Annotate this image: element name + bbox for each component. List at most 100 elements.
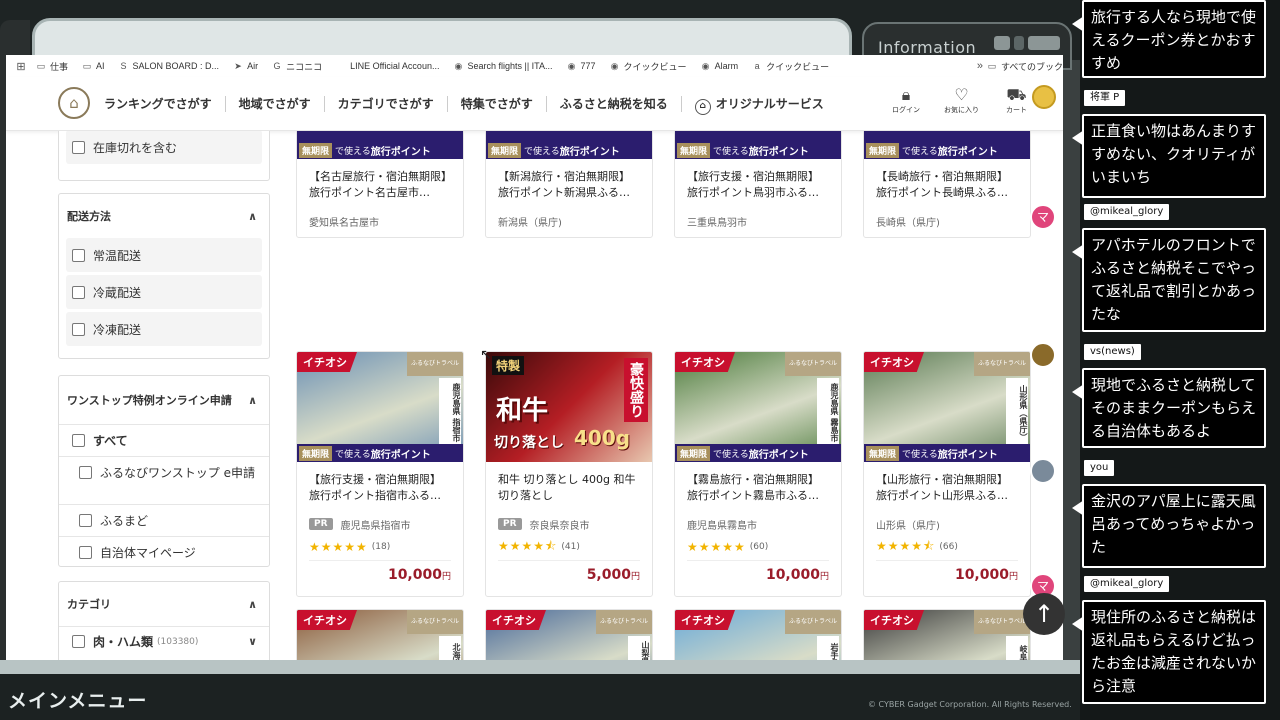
product-image[interactable]: イチオシ ふるなびトラベル岐阜県 高山市: [864, 610, 1030, 660]
delivery-filter-box: 配送方法 ∧ 常温配送 冷蔵配送 冷凍配送: [58, 193, 270, 359]
product-title[interactable]: 【霧島旅行・宿泊無期限】旅行ポイント霧島市ふる…: [675, 462, 841, 508]
product-card[interactable]: 無期限 で使える 旅行ポイント 【長崎旅行・宿泊無期限】旅行ポイント長崎県ふる… 長崎県…: [863, 131, 1031, 238]
product-image[interactable]: 無期限 で使える 旅行ポイント: [297, 131, 463, 159]
globe-icon: ◉: [454, 61, 463, 71]
category-option[interactable]: 肉・ハム類 (103380) ∨: [59, 626, 269, 656]
bookmark-item[interactable]: G ニコニコ: [272, 60, 323, 73]
checkbox[interactable]: [79, 514, 92, 527]
chevron-up-icon[interactable]: ∧: [248, 598, 257, 611]
checkbox[interactable]: [72, 285, 85, 299]
nav-original-service[interactable]: ⌂ オリジナルサービス: [680, 96, 837, 115]
product-image[interactable]: イチオシ ふるなびトラベル北海道（道庁）: [297, 610, 463, 660]
onestop-header[interactable]: ワンストップ特例オンライン申請 ∧: [59, 376, 269, 424]
delivery-option[interactable]: 冷蔵配送: [66, 275, 262, 309]
site-logo[interactable]: ⌂: [58, 87, 90, 119]
checkbox[interactable]: [72, 322, 85, 336]
location-text: 鹿児島県指宿市: [340, 520, 411, 532]
nav-region[interactable]: 地域でさがす: [224, 96, 324, 112]
product-card[interactable]: 特製 和牛 切り落とし 400g 豪快盛り 和牛 切り落とし 400g 和牛切り落とし PR…: [485, 351, 653, 597]
product-image[interactable]: イチオシ ふるなびトラベル岩手県（県庁）: [675, 610, 841, 660]
nav-feature[interactable]: 特集でさがす: [446, 96, 546, 112]
chat-text: 金沢のアパ屋上に露天風呂あってめっちゃよかった: [1091, 492, 1256, 556]
checkbox[interactable]: [79, 466, 92, 479]
product-image[interactable]: 特製 和牛 切り落とし 400g 豪快盛り: [486, 352, 652, 462]
product-card[interactable]: イチオシ ふるなびトラベル岐阜県 高山市: [863, 609, 1031, 660]
bookmark-item[interactable]: ◉ 777: [567, 61, 596, 71]
stock-checkbox-row[interactable]: 在庫切れを含む: [66, 131, 262, 164]
onestop-option[interactable]: 自治体マイページ: [59, 536, 269, 568]
login-button[interactable]: 🔒︎ ログイン: [892, 85, 920, 115]
bookmark-item[interactable]: ➤ Air: [233, 61, 258, 71]
travel-badge: ふるなびトラベル: [407, 352, 463, 376]
apps-grid-icon[interactable]: ⊞: [6, 60, 36, 73]
bookmark-item[interactable]: ◉ Alarm: [701, 61, 738, 71]
product-title[interactable]: 【新潟旅行・宿泊無期限】旅行ポイント新潟県ふる…: [486, 159, 652, 205]
checkbox[interactable]: [72, 248, 85, 262]
bookmarks-all[interactable]: ▭ すべてのブック: [987, 60, 1063, 73]
onestop-option[interactable]: ふるまど: [59, 504, 269, 536]
bookmark-item[interactable]: LINE Official Accoun...: [336, 61, 439, 71]
bookmark-label: クイックビュー: [623, 61, 687, 72]
product-image[interactable]: イチオシ ふるなびトラベル 鹿児島県 指宿市 無期限 で使える 旅行ポイント: [297, 352, 463, 462]
nav-about[interactable]: ふるさと納税を知る: [545, 96, 681, 112]
product-card[interactable]: 無期限 で使える 旅行ポイント 【旅行支援・宿泊無期限】旅行ポイント鳥羽市ふる… 三重県…: [674, 131, 842, 238]
product-card[interactable]: イチオシ ふるなびトラベル 鹿児島県 指宿市 無期限 で使える 旅行ポイント 【旅行支援・宿…: [296, 351, 464, 597]
bookmark-item[interactable]: S SALON BOARD : D...: [119, 61, 220, 71]
bookmark-item[interactable]: a クイックビュー: [752, 60, 830, 73]
product-image[interactable]: イチオシ ふるなびトラベル 鹿児島県 霧島市 無期限 で使える 旅行ポイント: [675, 352, 841, 462]
bookmark-item[interactable]: ◉ Search flights || ITA...: [453, 61, 553, 71]
bookmark-item[interactable]: ◉ クイックビュー: [610, 60, 687, 73]
product-title[interactable]: 【旅行支援・宿泊無期限】旅行ポイント指宿市ふる…: [297, 462, 463, 508]
product-card[interactable]: 無期限 で使える 旅行ポイント 【名古屋旅行・宿泊無期限】旅行ポイント名古屋市… 愛知県…: [296, 131, 464, 238]
favorites-button[interactable]: ♡ お気に入り: [944, 85, 979, 115]
onestop-option[interactable]: すべて: [59, 424, 269, 456]
product-title[interactable]: 【名古屋旅行・宿泊無期限】旅行ポイント名古屋市…: [297, 159, 463, 205]
product-title[interactable]: 和牛 切り落とし 400g 和牛切り落とし: [486, 462, 652, 508]
product-image[interactable]: 無期限 で使える 旅行ポイント: [864, 131, 1030, 159]
product-image[interactable]: イチオシ ふるなびトラベル山梨県 山中湖村: [486, 610, 652, 660]
product-card[interactable]: イチオシ ふるなびトラベル北海道（道庁）: [296, 609, 464, 660]
star-icons: ★★★★⯪: [876, 234, 935, 238]
category-filter-box: カテゴリ ∧ 肉・ハム類 (103380) ∨: [58, 581, 270, 660]
delivery-option[interactable]: 冷凍配送: [66, 312, 262, 346]
category-header[interactable]: カテゴリ ∧: [59, 582, 269, 626]
mugen-label: 無期限: [488, 142, 522, 158]
checkbox[interactable]: [72, 434, 85, 447]
product-card[interactable]: イチオシ ふるなびトラベル 山形県（県庁） 無期限 で使える 旅行ポイント 【山形旅行・宿泊…: [863, 351, 1031, 597]
checkbox[interactable]: [79, 546, 92, 559]
bookmark-item[interactable]: ▭ AI: [82, 61, 105, 71]
mugen-label: 無期限: [299, 142, 333, 158]
product-title[interactable]: 【山形旅行・宿泊無期限】旅行ポイント山形県ふる…: [864, 462, 1030, 508]
checkbox[interactable]: [72, 635, 85, 648]
product-image[interactable]: イチオシ ふるなびトラベル 山形県（県庁） 無期限 で使える 旅行ポイント: [864, 352, 1030, 462]
nav-ranking[interactable]: ランキングでさがす: [104, 96, 225, 112]
speech-tail: [1072, 130, 1084, 146]
product-card[interactable]: イチオシ ふるなびトラベル岩手県（県庁）: [674, 609, 842, 660]
product-card[interactable]: イチオシ ふるなびトラベル 鹿児島県 霧島市 無期限 で使える 旅行ポイント 【霧島旅行・宿…: [674, 351, 842, 597]
product-card[interactable]: 無期限 で使える 旅行ポイント 【新潟旅行・宿泊無期限】旅行ポイント新潟県ふる… 新潟県…: [485, 131, 653, 238]
bookmark-label: AI: [96, 61, 105, 71]
product-title[interactable]: 【長崎旅行・宿泊無期限】旅行ポイント長崎県ふる…: [864, 159, 1030, 205]
chevron-up-icon[interactable]: ∧: [248, 394, 257, 407]
nav-category[interactable]: カテゴリでさがす: [323, 96, 447, 112]
chevron-up-icon[interactable]: ∧: [248, 210, 257, 223]
bookmarks-more-button[interactable]: »: [977, 60, 983, 72]
delivery-header[interactable]: 配送方法 ∧: [59, 194, 269, 238]
chevron-down-icon[interactable]: ∨: [248, 635, 257, 648]
scroll-top-button[interactable]: ↑: [1023, 593, 1065, 635]
checkbox[interactable]: [72, 140, 85, 154]
delivery-option[interactable]: 常温配送: [66, 238, 262, 272]
review-count: (60): [749, 542, 769, 552]
product-card[interactable]: イチオシ ふるなびトラベル山梨県 山中湖村: [485, 609, 653, 660]
cart-button[interactable]: ⛟ カート: [1006, 85, 1027, 115]
nav-original-service-label: オリジナルサービス: [715, 97, 824, 111]
product-image[interactable]: 無期限 で使える 旅行ポイント: [675, 131, 841, 159]
star-icons: ★★★★★: [309, 540, 368, 554]
bookmark-item[interactable]: ▭ 仕事: [36, 60, 68, 73]
region-tag: 岐阜県 高山市: [1006, 636, 1028, 660]
chat-message: アパホテルのフロントでふるさと納税そこでやって返礼品で割引とかあったな: [1072, 228, 1266, 332]
band-text: で使える: [335, 449, 371, 460]
onestop-option[interactable]: ふるなびワンストップ e申請: [59, 456, 269, 504]
product-image[interactable]: 無期限 で使える 旅行ポイント: [486, 131, 652, 159]
product-title[interactable]: 【旅行支援・宿泊無期限】旅行ポイント鳥羽市ふる…: [675, 159, 841, 205]
